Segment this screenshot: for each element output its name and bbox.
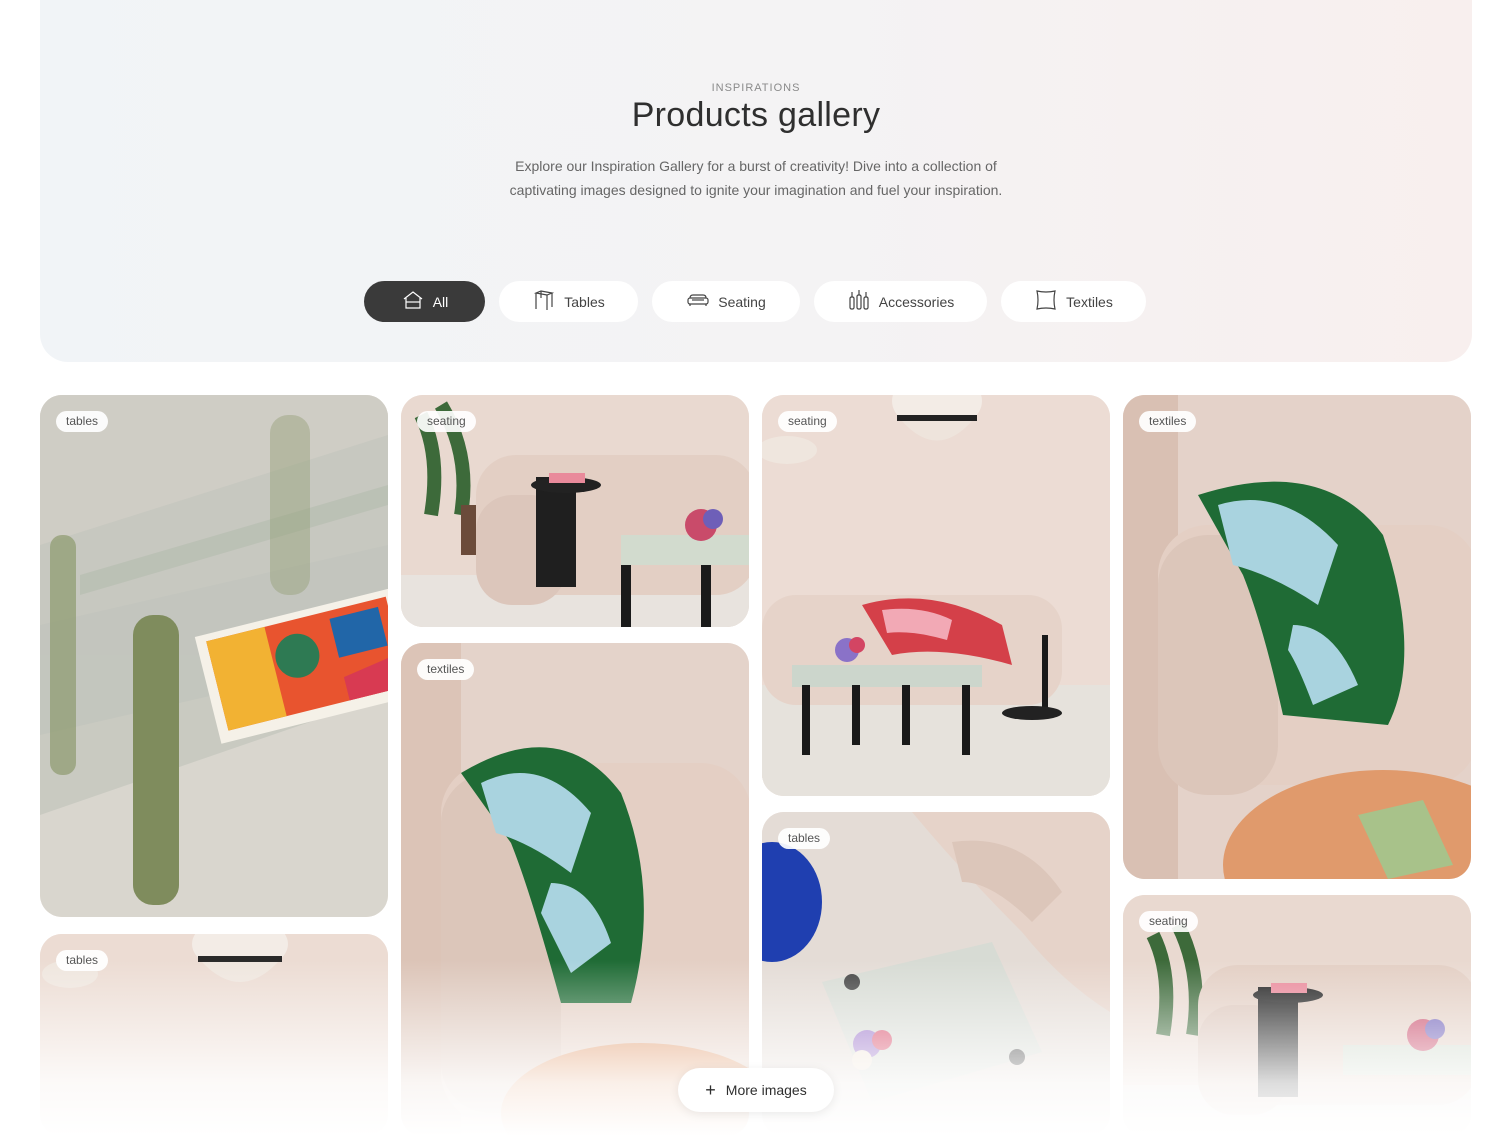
gallery-image[interactable]: seating: [1123, 895, 1471, 1136]
page-title: Products gallery: [631, 96, 881, 134]
category-tag: tables: [56, 950, 109, 971]
filter-all[interactable]: All: [364, 281, 485, 322]
filter-label: All: [432, 293, 449, 310]
section-eyebrow: INSPIRATIONS: [711, 82, 801, 94]
glass-table-photo: [40, 395, 388, 917]
category-tag: tables: [778, 828, 831, 849]
gallery-image[interactable]: seating: [762, 395, 1110, 796]
filter-textiles[interactable]: Textiles: [1001, 281, 1146, 322]
more-images-button[interactable]: + More images: [678, 1068, 834, 1112]
table-icon: [532, 288, 556, 315]
sofa-icon: [686, 288, 710, 315]
filter-accessories[interactable]: Accessories: [814, 281, 987, 322]
filter-label: Textiles: [1066, 293, 1113, 310]
filter-label: Seating: [718, 293, 766, 310]
category-tag: textiles: [417, 659, 475, 680]
category-tag: seating: [778, 411, 837, 432]
category-tag: seating: [417, 411, 476, 432]
more-images-label: More images: [725, 1082, 807, 1098]
gallery-image[interactable]: tables: [40, 934, 388, 1136]
living-room-photo: [762, 395, 1110, 796]
throw-blanket-photo: [401, 643, 749, 1136]
gallery-image[interactable]: seating: [401, 395, 749, 627]
page-description: Explore our Inspiration Gallery for a bu…: [509, 158, 1003, 198]
filter-seating[interactable]: Seating: [652, 281, 800, 322]
gallery-image[interactable]: tables: [40, 395, 388, 917]
gallery-image[interactable]: textiles: [1123, 395, 1471, 879]
filter-label: Tables: [564, 293, 605, 310]
throw-armchair-photo: [1123, 395, 1471, 879]
category-tag: textiles: [1139, 411, 1197, 432]
plus-icon: +: [705, 1080, 716, 1100]
vases-icon: [847, 288, 871, 315]
category-tag: tables: [56, 411, 109, 432]
category-filters: All Tables Seating Accessories Textiles: [0, 281, 1512, 322]
filter-tables[interactable]: Tables: [499, 281, 638, 322]
cushion-icon: [1034, 288, 1058, 315]
category-tag: seating: [1139, 911, 1198, 932]
gallery-image[interactable]: textiles: [401, 643, 749, 1136]
house-icon: [401, 288, 425, 315]
filter-label: Accessories: [878, 293, 955, 310]
